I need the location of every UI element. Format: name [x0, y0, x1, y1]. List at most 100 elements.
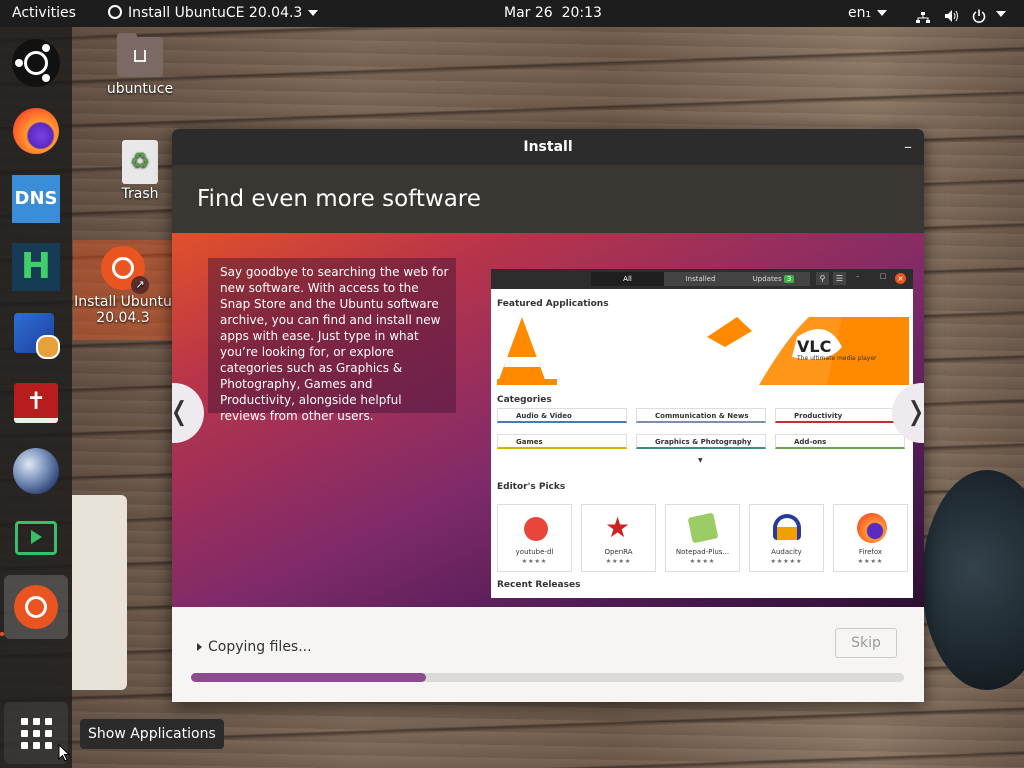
editors-picks-title: Editor's Picks — [497, 482, 566, 492]
ubuntu-installer-icon — [14, 585, 58, 629]
vlc-banner: VLC The ultimate media player — [497, 317, 909, 385]
minimize-button[interactable]: – — [904, 129, 912, 165]
pick-rating: ★★★★ — [857, 558, 884, 565]
chevron-down-icon — [308, 10, 319, 16]
dock-item-hexchat[interactable]: H — [10, 241, 62, 293]
progress-bar — [191, 673, 904, 682]
desktop-icon-home[interactable]: ubuntuce — [100, 33, 180, 104]
desktop-icon-label-line2: 20.04.3 — [96, 310, 150, 326]
power-icon — [972, 6, 986, 33]
snap-store-screenshot: All Installed Updates 3 ⚲ ☰ – □ × Featur… — [491, 269, 913, 598]
firefox-icon — [13, 108, 59, 154]
desktop-icon-label-line1: Install Ubuntu — [74, 294, 172, 310]
trash-icon: ♻ — [122, 140, 158, 184]
categories-title: Categories — [497, 395, 552, 405]
stellarium-icon — [13, 448, 59, 494]
openra-icon: ★ — [605, 511, 631, 544]
pick-rating: ★★★★★ — [770, 558, 803, 565]
pick-rating: ★★★★ — [605, 558, 632, 565]
coffee-cup — [922, 470, 1024, 690]
dock-item-ubuntu[interactable] — [10, 37, 62, 89]
vlc-subtitle: The ultimate media player — [797, 355, 877, 362]
screen-recorder-icon — [15, 521, 57, 555]
notepad-plus-icon — [687, 512, 719, 544]
skip-button[interactable]: Skip — [835, 628, 897, 658]
paper-note — [72, 495, 127, 690]
dock-item-firefox[interactable] — [10, 105, 62, 157]
expander-arrow-icon — [197, 643, 202, 651]
desktop-icon-trash[interactable]: ♻ Trash — [100, 140, 180, 204]
vlc-title: VLC — [797, 337, 832, 356]
chevron-down-icon — [877, 10, 888, 16]
expand-chevron-icon: ▼ — [698, 457, 703, 464]
input-language-menu[interactable]: en₁ — [848, 0, 888, 27]
store-toolbar: All Installed Updates 3 ⚲ ☰ – □ × — [491, 269, 913, 289]
app-menu-label: Install UbuntuCE 20.04.3 — [128, 5, 303, 21]
youtube-dl-icon — [524, 517, 548, 541]
window-title: Install — [523, 139, 573, 155]
input-language-label: en₁ — [848, 5, 872, 21]
progress-area: Copying files... Skip — [172, 607, 924, 702]
pick-openra: ★ OpenRA ★★★★ — [581, 504, 656, 572]
store-tab-installed: Installed — [664, 272, 737, 286]
firefox-icon — [857, 513, 887, 543]
app-grid-icon — [21, 718, 53, 750]
window-titlebar[interactable]: Install – — [172, 129, 924, 165]
search-icon: ⚲ — [816, 272, 829, 285]
clock[interactable]: Mar 26 20:13 — [504, 0, 602, 27]
dock-item-stellarium[interactable] — [10, 445, 62, 497]
desktop-icon-label: Trash — [121, 186, 159, 202]
volume-icon — [944, 6, 960, 33]
show-applications-tooltip: Show Applications — [80, 719, 224, 749]
category-graphics: Graphics & Photography — [636, 434, 766, 449]
status-expander[interactable]: Copying files... — [197, 639, 312, 655]
category-games: Games — [497, 434, 627, 449]
ubuntu-logo-icon — [12, 39, 60, 87]
pick-firefox: Firefox ★★★★ — [833, 504, 908, 572]
accessory-app-icon — [14, 313, 60, 359]
dns-icon: DNS — [12, 175, 60, 223]
pick-notepad-plus: Notepad-Plus... ★★★★ — [665, 504, 740, 572]
category-addons: Add-ons — [775, 434, 905, 449]
dock-item-accessory[interactable] — [10, 309, 62, 361]
mouse-pointer-icon — [58, 743, 71, 766]
slide-heading: Find even more software — [172, 165, 924, 233]
window-controls-icon: – □ — [856, 272, 896, 280]
category-productivity: Productivity — [775, 408, 905, 423]
slide-description: Say goodbye to searching the web for new… — [208, 258, 456, 423]
dock-item-bible[interactable]: ✝ — [10, 377, 62, 429]
pick-label: Notepad-Plus... — [675, 548, 730, 556]
desktop-icon-label: ubuntuce — [106, 81, 174, 97]
recent-releases-title: Recent Releases — [497, 580, 581, 590]
dock: DNS H ✝ — [0, 27, 72, 768]
activities-button[interactable]: Activities — [12, 0, 76, 27]
pick-label: Audacity — [771, 548, 802, 556]
updates-badge: 3 — [783, 275, 795, 283]
dns-label: DNS — [14, 188, 58, 209]
ubuntu-installer-icon: ↗ — [101, 246, 149, 294]
top-bar: Activities Install UbuntuCE 20.04.3 Mar … — [0, 0, 1024, 27]
desktop-icon-installer[interactable]: ↗ Install Ubuntu 20.04.3 — [73, 240, 173, 340]
chevron-down-icon — [996, 11, 1006, 17]
app-menu[interactable]: Install UbuntuCE 20.04.3 — [108, 0, 319, 27]
install-window: Install – Find even more software Say go… — [172, 129, 924, 702]
pick-label: Firefox — [858, 548, 883, 556]
system-menu[interactable] — [914, 0, 1018, 27]
category-audio-video: Audio & Video — [497, 408, 627, 423]
network-icon — [916, 7, 930, 23]
slideshow: Say goodbye to searching the web for new… — [172, 233, 924, 607]
store-tab-all: All — [591, 272, 664, 286]
dock-item-dns[interactable]: DNS — [10, 173, 62, 225]
dock-item-installer[interactable] — [4, 575, 68, 639]
store-tab-updates-label: Updates — [752, 275, 782, 283]
running-indicator — [0, 632, 4, 636]
close-icon: × — [895, 273, 906, 284]
store-tab-updates: Updates 3 — [737, 272, 810, 286]
pick-audacity: Audacity ★★★★★ — [749, 504, 824, 572]
dock-item-screen-recorder[interactable] — [10, 513, 62, 565]
pick-youtube-dl: youtube-dl ★★★★ — [497, 504, 572, 572]
previous-slide-button[interactable]: ❬ — [172, 383, 204, 443]
category-communication: Communication & News — [636, 408, 766, 423]
hexchat-icon: H — [12, 243, 60, 291]
pick-label: OpenRA — [604, 548, 633, 556]
